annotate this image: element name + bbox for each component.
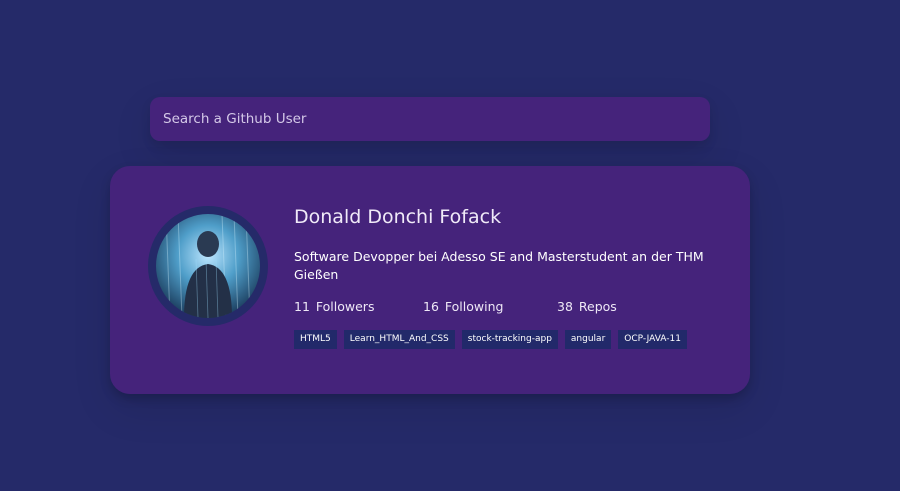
- followers-label: Followers: [315, 299, 375, 314]
- repo-link[interactable]: HTML5: [294, 330, 337, 349]
- user-card: Donald Donchi Fofack Software Devopper b…: [110, 166, 750, 394]
- avatar: [156, 214, 260, 318]
- avatar-image: [156, 214, 260, 318]
- following-count: 16: [423, 299, 439, 314]
- user-bio: Software Devopper bei Adesso SE and Mast…: [294, 249, 704, 282]
- followers-count: 11: [294, 299, 310, 314]
- repo-link[interactable]: Learn_HTML_And_CSS: [343, 330, 455, 349]
- following-label: Following: [444, 299, 504, 314]
- user-name: Donald Donchi Fofack: [294, 206, 502, 228]
- avatar-ring: [148, 206, 268, 326]
- repos-label: Repos: [578, 299, 617, 314]
- repo-list: HTML5 Learn_HTML_And_CSS stock-tracking-…: [294, 330, 687, 349]
- repo-link[interactable]: OCP-JAVA-11: [618, 330, 687, 349]
- repo-link[interactable]: angular: [564, 330, 612, 349]
- stat-following: 16 Following: [423, 299, 503, 314]
- repos-count: 38: [557, 299, 573, 314]
- stat-repos: 38 Repos: [557, 299, 617, 314]
- repo-link[interactable]: stock-tracking-app: [461, 330, 558, 349]
- search-form: [150, 97, 710, 141]
- search-input[interactable]: [150, 97, 710, 141]
- stat-followers: 11 Followers: [294, 299, 374, 314]
